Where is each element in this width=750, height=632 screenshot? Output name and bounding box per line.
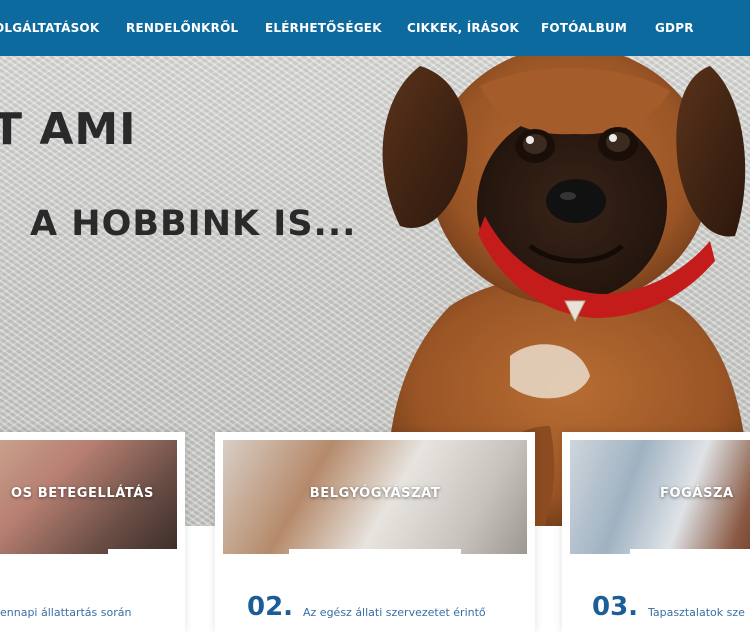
service-card-3[interactable]: FOGÁSZA 03. Tapasztalatok sze — [562, 432, 750, 632]
nav-item-gdpr[interactable]: GDPR — [655, 0, 694, 56]
service-card-2-divider — [289, 549, 461, 554]
service-card-1-text: ennapi állattartás során — [0, 606, 132, 619]
top-navigation: OLGÁLTATÁSOK RENDELŐNKRŐL ELÉRHETŐSÉGEK … — [0, 0, 750, 56]
service-card-3-image: FOGÁSZA — [570, 440, 750, 554]
service-card-2-text: Az egész állati szervezetet érintő — [303, 606, 486, 619]
service-card-2-number: 02. — [247, 592, 294, 622]
service-card-2-title: BELGYÓGYÁSZAT — [309, 486, 441, 501]
service-card-1-divider — [108, 549, 177, 554]
nav-item-fotoalbum[interactable]: FOTÓALBUM — [541, 0, 627, 56]
nav-item-szolgaltatasok[interactable]: OLGÁLTATÁSOK — [0, 0, 99, 56]
nav-item-elerhetosegek[interactable]: ELÉRHETŐSÉGEK — [265, 0, 382, 56]
service-card-1[interactable]: OS BETEGELLÁTÁS ennapi állattartás során — [0, 432, 185, 632]
service-card-3-text: Tapasztalatok sze — [648, 606, 745, 619]
service-card-1-image: OS BETEGELLÁTÁS — [0, 440, 177, 554]
hero-heading-line-1: T AMI — [0, 104, 137, 155]
service-card-2-image: BELGYÓGYÁSZAT — [223, 440, 527, 554]
nav-item-rendelonkrol[interactable]: RENDELŐNKRŐL — [126, 0, 238, 56]
service-card-3-title: FOGÁSZA — [660, 486, 734, 501]
service-card-1-title: OS BETEGELLÁTÁS — [11, 486, 154, 501]
hero-heading-line-2: A HOBBINK IS... — [30, 204, 357, 244]
service-card-3-number: 03. — [592, 592, 639, 622]
service-card-3-divider — [630, 549, 750, 554]
nav-item-cikkek[interactable]: CIKKEK, ÍRÁSOK — [407, 0, 519, 56]
service-card-2[interactable]: BELGYÓGYÁSZAT 02. Az egész állati szerve… — [215, 432, 535, 632]
